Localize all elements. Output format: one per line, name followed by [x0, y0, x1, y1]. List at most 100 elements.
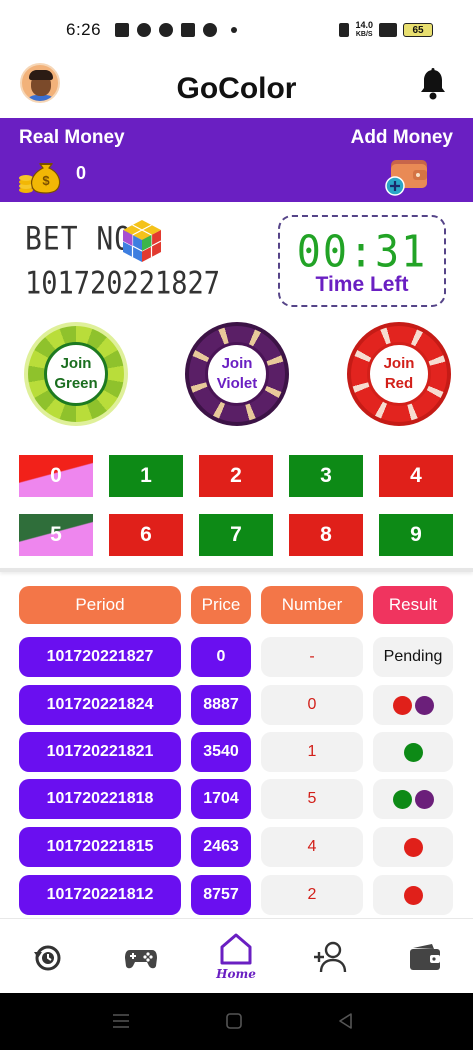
table-row: 101720221815 2463 4: [0, 827, 473, 867]
row-price: 0: [191, 637, 251, 677]
row-result: [373, 779, 453, 819]
number-button-8[interactable]: 8: [289, 514, 363, 556]
header-price: Price: [191, 586, 251, 624]
join-violet-button[interactable]: Join Violet: [185, 322, 289, 426]
home-system-icon[interactable]: [224, 1012, 244, 1030]
number-button-6[interactable]: 6: [109, 514, 183, 556]
add-money-wallet-icon[interactable]: [383, 154, 431, 196]
join-green-button[interactable]: Join Green: [24, 322, 128, 426]
avatar[interactable]: [20, 63, 60, 103]
number-button-1[interactable]: 1: [109, 455, 183, 497]
join-green-line1: Join: [60, 355, 92, 372]
wallet-balance: 0: [76, 163, 87, 183]
table-row: 101720221821 3540 1: [0, 732, 473, 772]
timer-box: 00:31 Time Left: [278, 215, 446, 307]
add-money-button[interactable]: Add Money: [351, 127, 453, 149]
bell-status-icon: [181, 23, 196, 37]
jio-icon: [159, 23, 174, 37]
nav-home-label: Home: [216, 967, 256, 981]
join-red-line1: Join: [383, 355, 415, 372]
violet-result-dot: [414, 789, 434, 809]
bottom-nav: Home: [0, 918, 473, 993]
row-number: 0: [261, 685, 363, 725]
green-result-dot: [403, 742, 423, 762]
bet-label: BET NO: [25, 219, 133, 258]
red-result-dot: [403, 885, 423, 905]
cube-icon: [122, 220, 162, 262]
number-button-0[interactable]: 0: [19, 455, 93, 497]
row-result: Pending: [373, 637, 453, 677]
table-row: 101720221827 0 - Pending: [0, 637, 473, 677]
status-time: 6:26: [66, 20, 102, 39]
app-title: GoColor: [176, 72, 297, 105]
network-speed: 14.0 KB/S: [355, 21, 373, 39]
more-notifications-icon: [231, 27, 238, 33]
youtube-icon: [203, 23, 218, 37]
nav-add-user[interactable]: [300, 919, 360, 994]
row-period: 101720221812: [19, 875, 181, 915]
recent-apps-icon[interactable]: [111, 1012, 131, 1030]
row-price: 8757: [191, 875, 251, 915]
row-result: [373, 827, 453, 867]
number-button-4[interactable]: 4: [379, 455, 453, 497]
table-row: 101720221812 8757 2: [0, 875, 473, 915]
network-speed-value: 14.0: [355, 20, 373, 30]
header-result: Result: [373, 586, 453, 624]
join-violet-line2: Violet: [216, 375, 258, 392]
row-price: 8887: [191, 685, 251, 725]
nav-games[interactable]: [111, 919, 171, 994]
nav-history[interactable]: [17, 919, 77, 994]
row-result: [373, 875, 453, 915]
system-navigation-bar: [0, 993, 473, 1050]
wallet-banner: Real Money $ 0 Add Money: [0, 118, 473, 202]
join-red-line2: Red: [384, 375, 414, 392]
table-row: 101720221818 1704 5: [0, 779, 473, 819]
join-green-line2: Green: [54, 375, 98, 392]
nav-wallet[interactable]: [395, 919, 455, 994]
home-icon: [220, 933, 252, 965]
nav-home[interactable]: Home: [206, 919, 266, 994]
header-period: Period: [19, 586, 181, 624]
add-user-icon: [314, 941, 347, 972]
table-row: 101720221824 8887 0: [0, 685, 473, 725]
join-red-button[interactable]: Join Red: [347, 322, 451, 426]
system-status: 14.0 KB/S 65: [339, 21, 433, 39]
red-result-dot: [392, 695, 412, 715]
history-icon: [34, 945, 61, 970]
join-violet-line1: Join: [221, 355, 253, 372]
number-button-9[interactable]: 9: [379, 514, 453, 556]
row-number: 1: [261, 732, 363, 772]
row-price: 1704: [191, 779, 251, 819]
network-speed-unit: KB/S: [355, 31, 373, 38]
number-button-3[interactable]: 3: [289, 455, 363, 497]
number-button-2[interactable]: 2: [199, 455, 273, 497]
green-result-dot: [392, 789, 412, 809]
battery-icon: 65: [403, 23, 433, 37]
money-bag-icon: $: [19, 163, 61, 194]
red-result-dot: [403, 837, 423, 857]
notification-bell-icon[interactable]: [419, 68, 447, 100]
gamepad-icon: [125, 949, 157, 968]
back-icon[interactable]: [336, 1012, 356, 1030]
section-divider: [0, 568, 473, 572]
message-icon: [115, 23, 130, 37]
result-pending-text: Pending: [383, 648, 443, 665]
header-number: Number: [261, 586, 363, 624]
number-button-7[interactable]: 7: [199, 514, 273, 556]
row-price: 2463: [191, 827, 251, 867]
row-period: 101720221827: [19, 637, 181, 677]
number-button-5[interactable]: 5: [19, 514, 93, 556]
app-header: GoColor: [0, 60, 473, 118]
bet-number: 101720221827: [25, 265, 221, 302]
violet-result-dot: [414, 695, 434, 715]
row-result: [373, 685, 453, 725]
row-number: 4: [261, 827, 363, 867]
notification-icons: [115, 23, 238, 37]
vibrate-icon: [339, 23, 350, 37]
real-money-label: Real Money: [19, 127, 125, 148]
wallet-icon: [410, 943, 440, 970]
row-result: [373, 732, 453, 772]
timer-value: 00:31: [296, 226, 428, 278]
status-bar: 6:26 14.0 KB/S 65: [0, 0, 473, 60]
row-price: 3540: [191, 732, 251, 772]
